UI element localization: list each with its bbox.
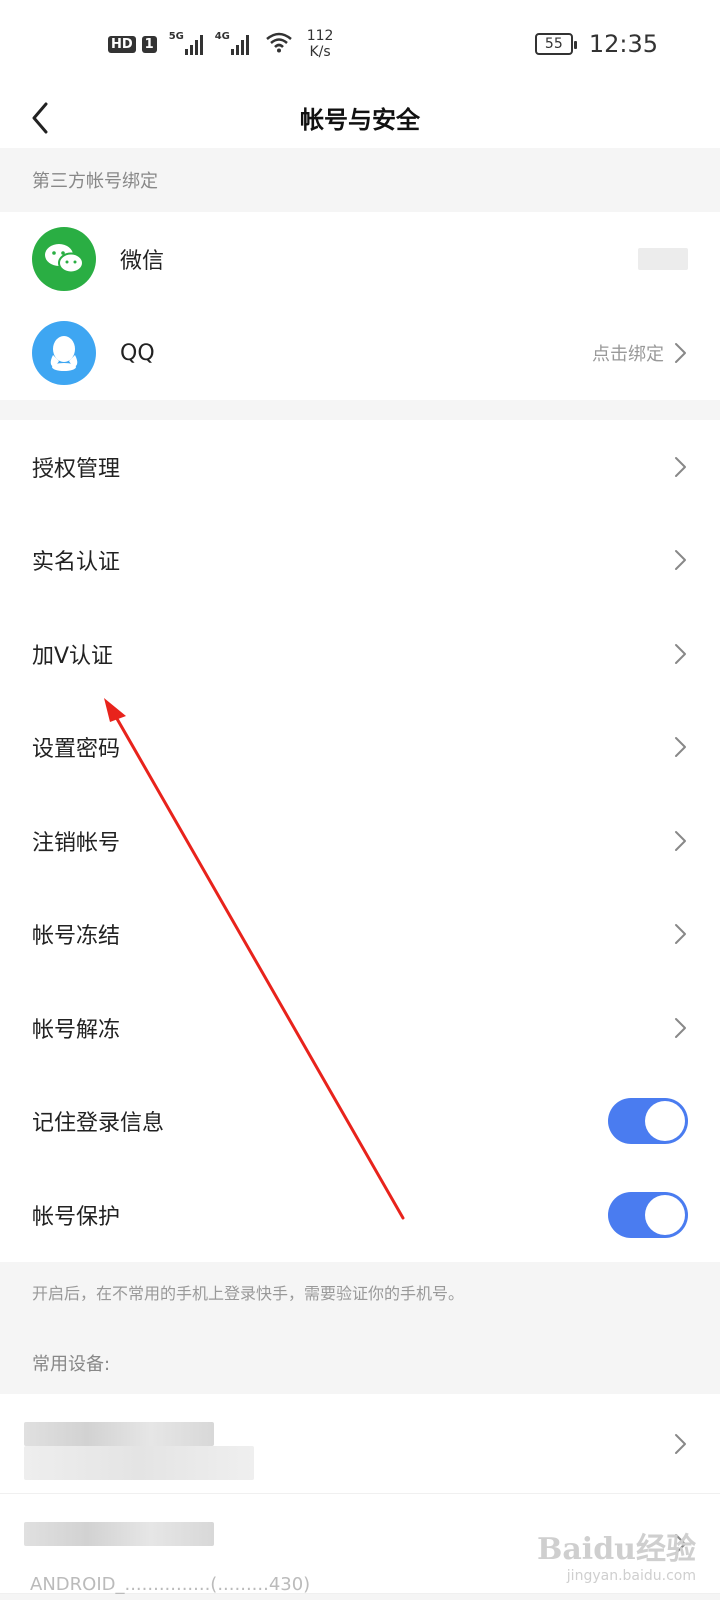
menu-item-label: 授权管理 xyxy=(32,456,121,482)
account-protection-toggle[interactable] xyxy=(608,1191,688,1238)
wifi-icon xyxy=(265,31,293,58)
chevron-right-icon xyxy=(675,737,686,758)
menu-item-label: 设置密码 xyxy=(32,737,121,763)
redacted-device-info xyxy=(24,1445,254,1480)
third-party-section-title: 第三方帐号绑定 xyxy=(0,148,720,212)
toggle-row-account-protection: 帐号保护 xyxy=(0,1168,720,1262)
watermark-url: jingyan.baidu.com xyxy=(566,1568,696,1584)
redacted-account xyxy=(638,248,688,270)
menu-item-label: 注销帐号 xyxy=(32,830,121,856)
redacted-device-name xyxy=(24,1521,214,1546)
menu-item-real-name[interactable]: 实名认证 xyxy=(0,513,720,607)
toggle-label: 帐号保护 xyxy=(32,1204,121,1230)
section-spacer xyxy=(0,400,720,420)
menu-item-label: 加V认证 xyxy=(32,643,114,669)
sim-badge: 1 xyxy=(141,35,157,53)
signal-4g-label: 4G xyxy=(214,31,230,42)
toggle-label: 记住登录信息 xyxy=(32,1111,165,1137)
protection-note: 开启后，在不常用的手机上登录快手，需要验证你的手机号。 xyxy=(0,1261,720,1332)
signal-4g-icon: 4G xyxy=(214,31,249,55)
third-party-card: 微信 QQ 点击绑定 xyxy=(0,212,720,400)
toggle-row-remember-login: 记住登录信息 xyxy=(0,1074,720,1168)
bind-status-qq[interactable]: 点击绑定 xyxy=(592,340,688,366)
watermark-logo: Baidu经验 xyxy=(537,1532,696,1567)
devices-section-title: 常用设备: xyxy=(0,1331,720,1394)
speed-unit: K/s xyxy=(309,44,331,60)
signal-5g-icon: 5G xyxy=(168,31,203,55)
menu-item-v-verify[interactable]: 加V认证 xyxy=(0,607,720,701)
hd-badge: HD xyxy=(108,35,136,53)
status-right: 55 12:35 xyxy=(534,30,658,58)
redacted-device-name xyxy=(24,1421,214,1446)
battery-level: 55 xyxy=(544,36,563,52)
toggle-knob xyxy=(645,1101,685,1142)
chevron-right-icon xyxy=(675,830,686,851)
network-speed: 112 K/s xyxy=(307,28,334,60)
menu-item-label: 实名认证 xyxy=(32,550,121,576)
chevron-right-icon xyxy=(675,1017,686,1038)
watermark: Baidu经验 jingyan.baidu.com xyxy=(537,1524,696,1584)
bind-row-qq[interactable]: QQ 点击绑定 xyxy=(0,306,720,400)
bind-action-text: 点击绑定 xyxy=(592,344,664,365)
qq-icon xyxy=(32,321,96,385)
chevron-right-icon xyxy=(675,643,686,664)
device-row[interactable] xyxy=(0,1393,720,1494)
signal-5g-label: 5G xyxy=(168,31,184,42)
speed-value: 112 xyxy=(306,28,334,44)
wechat-icon xyxy=(32,227,96,291)
menu-item-authorization[interactable]: 授权管理 xyxy=(0,420,720,514)
toggle-knob xyxy=(645,1194,685,1235)
menu-item-label: 帐号冻结 xyxy=(32,924,121,950)
menu-item-label: 帐号解冻 xyxy=(32,1017,121,1043)
clock: 12:35 xyxy=(588,30,658,58)
chevron-right-icon xyxy=(675,456,686,477)
status-left: HD 1 5G 4G 112 K/s xyxy=(108,28,333,60)
device-info-text: ANDROID_...............(.........430) xyxy=(30,1573,311,1595)
bind-label-qq: QQ xyxy=(120,340,155,366)
menu-item-delete-account[interactable]: 注销帐号 xyxy=(0,794,720,888)
chevron-right-icon xyxy=(675,924,686,945)
bind-label-wechat: 微信 xyxy=(120,249,165,274)
page-title: 帐号与安全 xyxy=(300,106,420,134)
battery-icon: 55 xyxy=(534,33,577,55)
chevron-right-icon xyxy=(675,1433,686,1454)
settings-menu: 授权管理 实名认证 加V认证 设置密码 注销帐号 帐号冻结 帐号解冻 记住登录信… xyxy=(0,420,720,1262)
nav-bar: 帐号与安全 xyxy=(0,90,720,148)
bind-row-wechat[interactable]: 微信 xyxy=(0,212,720,306)
menu-item-freeze-account[interactable]: 帐号冻结 xyxy=(0,887,720,981)
status-bar: HD 1 5G 4G 112 K/s 55 12:35 xyxy=(0,0,720,90)
bind-status-wechat xyxy=(638,248,688,270)
chevron-right-icon xyxy=(675,343,686,363)
chevron-right-icon xyxy=(675,550,686,571)
menu-item-set-password[interactable]: 设置密码 xyxy=(0,700,720,794)
menu-item-unfreeze-account[interactable]: 帐号解冻 xyxy=(0,981,720,1075)
remember-login-toggle[interactable] xyxy=(608,1098,688,1145)
